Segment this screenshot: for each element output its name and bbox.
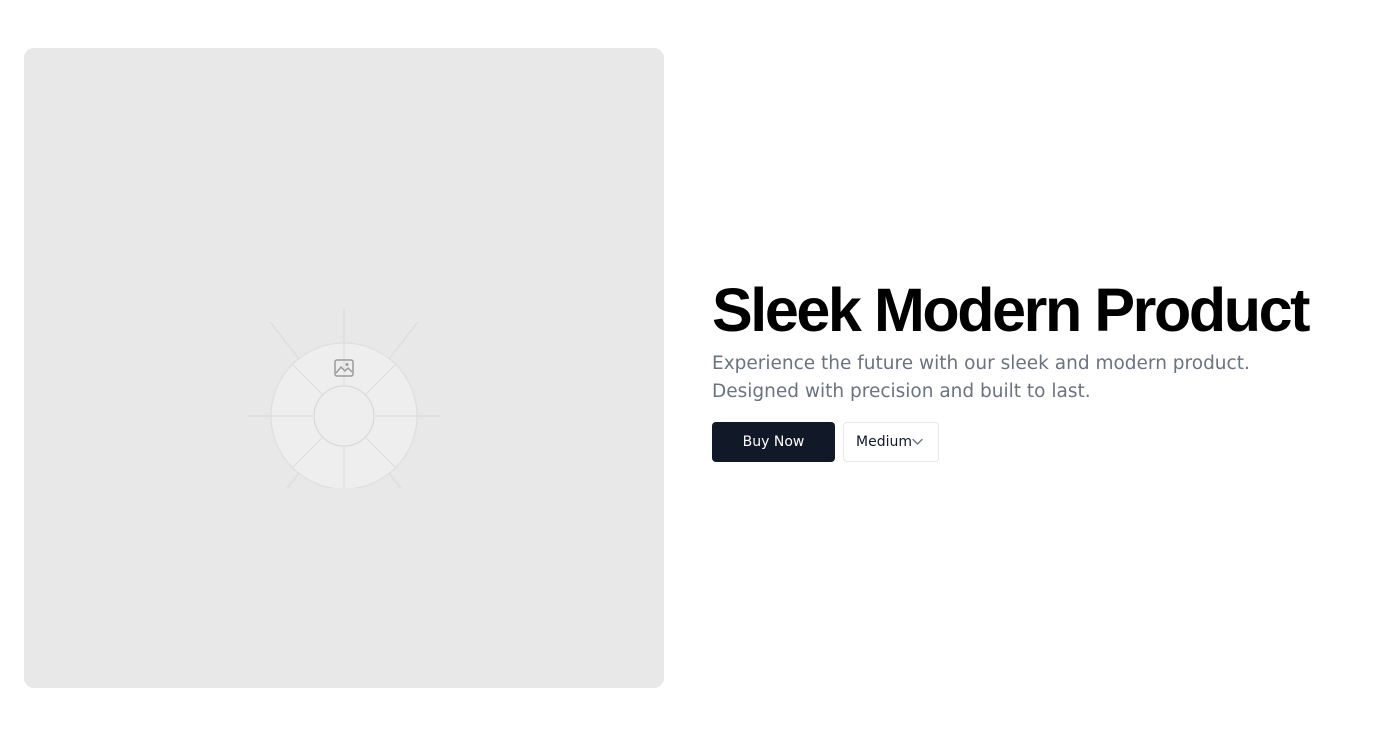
- buy-now-button[interactable]: Buy Now: [712, 422, 835, 462]
- size-select-value: Medium: [856, 434, 912, 450]
- image-icon: [334, 359, 354, 377]
- size-select[interactable]: Medium: [843, 422, 939, 462]
- product-hero: Sleek Modern Product Experience the futu…: [0, 0, 1376, 736]
- hero-content: Sleek Modern Product Experience the futu…: [712, 278, 1352, 462]
- chevron-down-icon: [912, 438, 923, 445]
- product-description: Experience the future with our sleek and…: [712, 353, 1250, 402]
- action-row: Buy Now Medium: [712, 422, 1352, 462]
- page-title: Sleek Modern Product: [712, 276, 1310, 344]
- product-image-placeholder: [24, 48, 664, 688]
